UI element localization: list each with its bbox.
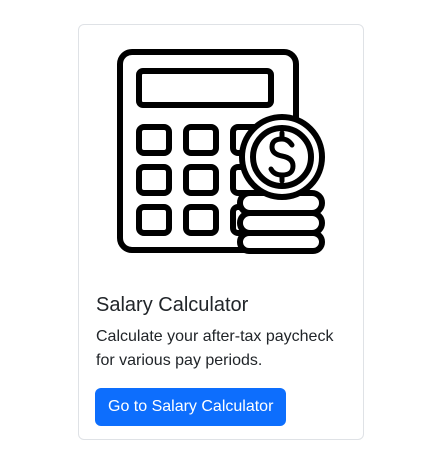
go-to-salary-calculator-button[interactable]: Go to Salary Calculator bbox=[95, 388, 287, 426]
salary-calculator-card: Salary Calculator Calculate your after-t… bbox=[78, 24, 364, 440]
card-title: Salary Calculator bbox=[96, 294, 249, 316]
card-image bbox=[79, 25, 365, 275]
card-description: Calculate your after-tax paycheck for va… bbox=[96, 328, 334, 369]
calculator-with-dollar-coins-icon bbox=[117, 49, 325, 254]
